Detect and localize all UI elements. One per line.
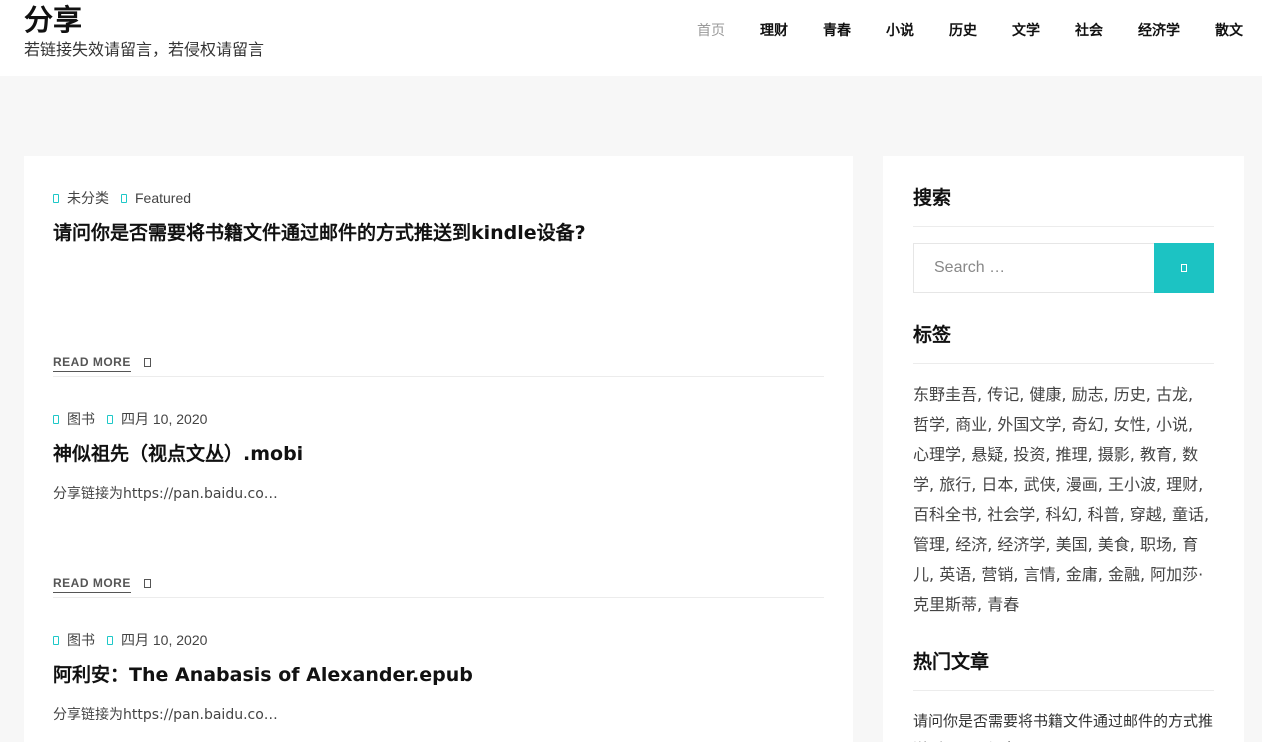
post-title[interactable]: 请问你是否需要将书籍文件通过邮件的方式推送到kindle设备? (53, 220, 824, 246)
post-card: 未分类 Featured 请问你是否需要将书籍文件通过邮件的方式推送到kindl… (53, 188, 824, 377)
nav-item-prose[interactable]: 散文 (1215, 20, 1243, 42)
tag-link[interactable]: 穿越 (1130, 505, 1162, 524)
tag-link[interactable]: 女性 (1114, 415, 1146, 434)
read-more: READ MORE (53, 576, 151, 593)
tag-link[interactable]: 推理 (1056, 445, 1088, 464)
post-meta: 图书 四月 10, 2020 (53, 409, 824, 429)
tag-link[interactable]: 商业 (955, 415, 987, 434)
nav-item-literature[interactable]: 文学 (1012, 20, 1040, 42)
tag-link[interactable]: 日本 (981, 475, 1013, 494)
tag-link[interactable]: 哲学 (913, 415, 945, 434)
read-more: READ MORE (53, 355, 151, 372)
tag-link[interactable]: 英语 (939, 565, 971, 584)
main-nav: 首页 理财 青春 小说 历史 文学 社会 经济学 散文 (662, 20, 1243, 42)
arrow-right-icon (143, 579, 151, 588)
arrow-right-icon (143, 358, 151, 367)
nav-item-finance[interactable]: 理财 (760, 20, 788, 42)
tag-link[interactable]: 言情 (1024, 565, 1056, 584)
tag-link[interactable]: 古龙 (1156, 385, 1188, 404)
hot-post-link[interactable]: 请问你是否需要将书籍文件通过邮件的方式推送到kindle设备? (913, 707, 1214, 742)
site-header: 分享 若链接失效请留言，若侵权请留言 首页 理财 青春 小说 历史 文学 社会 … (0, 0, 1262, 76)
tag-link[interactable]: 职场 (1140, 535, 1172, 554)
post-date: 四月 10, 2020 (121, 632, 208, 648)
nav-item-history[interactable]: 历史 (949, 20, 977, 42)
sidebar: 搜索 标签 东野圭吾, 传记, 健康, 励志, 历史, 古龙, 哲学, 商业, … (883, 156, 1244, 742)
nav-item-youth[interactable]: 青春 (823, 20, 851, 42)
post-tag-link[interactable]: Featured (135, 190, 191, 206)
nav-item-economics[interactable]: 经济学 (1138, 20, 1180, 42)
tag-link[interactable]: 王小波 (1108, 475, 1156, 494)
tag-link[interactable]: 理财 (1166, 475, 1198, 494)
calendar-icon (107, 414, 113, 424)
post-date: 四月 10, 2020 (121, 411, 208, 427)
tag-link[interactable]: 经济学 (997, 535, 1045, 554)
tag-link[interactable]: 管理 (913, 535, 945, 554)
hot-posts-widget-title: 热门文章 (913, 649, 1214, 691)
tag-link[interactable]: 经济 (955, 535, 987, 554)
search-icon (1181, 264, 1187, 272)
tag-link[interactable]: 百科全书 (913, 505, 977, 524)
tag-link[interactable]: 励志 (1072, 385, 1104, 404)
tag-link[interactable]: 漫画 (1066, 475, 1098, 494)
post-category-link[interactable]: 未分类 (67, 188, 109, 208)
site-title[interactable]: 分享 (24, 2, 82, 38)
calendar-icon (107, 635, 113, 645)
post-meta: 未分类 Featured (53, 188, 824, 208)
tag-link[interactable]: 健康 (1029, 385, 1061, 404)
tag-link[interactable]: 美国 (1056, 535, 1088, 554)
tag-link[interactable]: 旅行 (939, 475, 971, 494)
post-list: 未分类 Featured 请问你是否需要将书籍文件通过邮件的方式推送到kindl… (24, 156, 853, 742)
nav-item-society[interactable]: 社会 (1075, 20, 1103, 42)
post-category-link[interactable]: 图书 (67, 630, 95, 650)
tag-link[interactable]: 传记 (987, 385, 1019, 404)
tag-link[interactable]: 武侠 (1024, 475, 1056, 494)
post-card: 图书 四月 10, 2020 神似祖先（视点文丛）.mobi 分享链接为http… (53, 409, 824, 598)
tag-link[interactable]: 金融 (1108, 565, 1140, 584)
category-icon (53, 414, 59, 424)
post-meta: 图书 四月 10, 2020 (53, 630, 824, 650)
tag-link[interactable]: 东野圭吾 (913, 385, 977, 404)
post-title[interactable]: 阿利安：The Anabasis of Alexander.epub (53, 662, 824, 688)
tag-link[interactable]: 教育 (1140, 445, 1172, 464)
tag-link[interactable]: 悬疑 (971, 445, 1003, 464)
search-button[interactable] (1154, 243, 1214, 293)
tag-link[interactable]: 营销 (981, 565, 1013, 584)
search-input[interactable] (913, 243, 1154, 293)
tag-link[interactable]: 科普 (1088, 505, 1120, 524)
tag-link[interactable]: 社会学 (987, 505, 1035, 524)
tag-link[interactable]: 投资 (1013, 445, 1045, 464)
tag-link[interactable]: 美食 (1098, 535, 1130, 554)
tag-link[interactable]: 心理学 (913, 445, 961, 464)
category-icon (53, 635, 59, 645)
tag-link[interactable]: 金庸 (1066, 565, 1098, 584)
tag-link[interactable]: 童话 (1172, 505, 1204, 524)
tag-link[interactable]: 奇幻 (1072, 415, 1104, 434)
site-tagline: 若链接失效请留言，若侵权请留言 (24, 40, 265, 59)
post-card: 图书 四月 10, 2020 阿利安：The Anabasis of Alexa… (53, 630, 824, 742)
tag-link[interactable]: 科幻 (1045, 505, 1077, 524)
post-category-link[interactable]: 图书 (67, 409, 95, 429)
read-more-link[interactable]: READ MORE (53, 355, 131, 372)
search-widget-title: 搜索 (913, 185, 1214, 227)
tag-link[interactable]: 小说 (1156, 415, 1188, 434)
nav-item-home[interactable]: 首页 (697, 20, 725, 42)
tag-icon (121, 193, 127, 203)
post-title[interactable]: 神似祖先（视点文丛）.mobi (53, 441, 824, 467)
category-icon (53, 193, 59, 203)
post-excerpt: 分享链接为https://pan.baidu.co… (53, 707, 278, 723)
tags-widget-title: 标签 (913, 322, 1214, 364)
search-form (913, 243, 1214, 293)
tag-cloud: 东野圭吾, 传记, 健康, 励志, 历史, 古龙, 哲学, 商业, 外国文学, … (913, 385, 1210, 614)
tag-link[interactable]: 外国文学 (997, 415, 1061, 434)
read-more-link[interactable]: READ MORE (53, 576, 131, 593)
nav-item-novel[interactable]: 小说 (886, 20, 914, 42)
tag-link[interactable]: 摄影 (1098, 445, 1130, 464)
tag-link[interactable]: 青春 (987, 595, 1019, 614)
tag-link[interactable]: 历史 (1114, 385, 1146, 404)
post-excerpt: 分享链接为https://pan.baidu.co… (53, 486, 278, 502)
